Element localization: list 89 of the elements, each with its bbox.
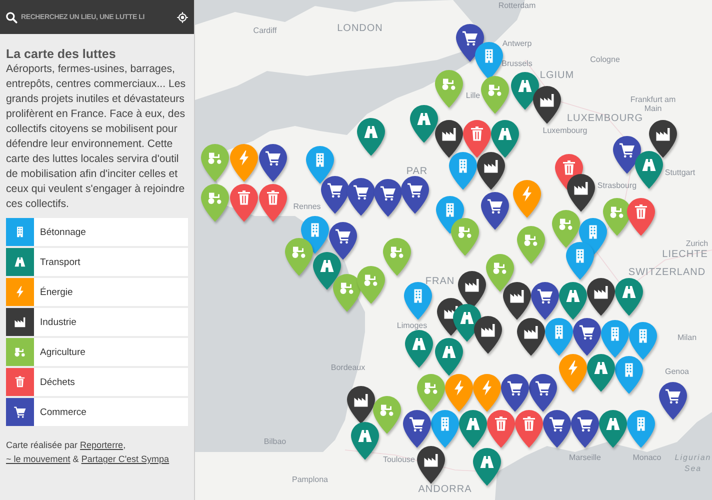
credit-link[interactable]: Partager C'est Sympa bbox=[81, 454, 170, 464]
map-pin[interactable] bbox=[530, 281, 560, 321]
country-label: LIECHTE bbox=[662, 250, 708, 260]
legend-item[interactable]: Agriculture bbox=[34, 338, 188, 366]
city-label: Bilbao bbox=[264, 438, 286, 446]
city-label: Limoges bbox=[396, 322, 428, 330]
legend-item[interactable]: Bétonnage bbox=[34, 218, 188, 246]
city-label: Monaco bbox=[632, 454, 662, 462]
map-pin[interactable] bbox=[634, 150, 664, 190]
map-pin[interactable] bbox=[558, 281, 588, 321]
map-pin[interactable] bbox=[372, 395, 402, 435]
city-label: Pamplona bbox=[292, 476, 328, 484]
map-pin[interactable] bbox=[320, 175, 350, 215]
city-label: Luxembourg bbox=[542, 127, 588, 135]
credits-text: Carte réalisée par Reporterre, ~ le mouvement & Partager C'est Sympa bbox=[6, 439, 170, 466]
trash-icon[interactable] bbox=[6, 368, 34, 396]
map-pin[interactable] bbox=[500, 373, 530, 413]
map-pin[interactable] bbox=[346, 177, 376, 217]
map-pin[interactable] bbox=[566, 173, 596, 213]
credit-link[interactable]: Reporterre bbox=[80, 440, 124, 450]
map-pin[interactable] bbox=[346, 385, 376, 425]
map-pin[interactable] bbox=[658, 381, 688, 421]
legend-item[interactable]: Énergie bbox=[34, 278, 188, 306]
map-pin[interactable] bbox=[474, 41, 504, 81]
locate-icon[interactable] bbox=[176, 10, 189, 24]
sea-label: Ligurian bbox=[674, 454, 712, 462]
city-label: Zurich bbox=[686, 240, 708, 248]
map-pin[interactable] bbox=[434, 119, 464, 159]
city-label: Genoa bbox=[664, 368, 690, 376]
legend-item[interactable]: Déchets bbox=[34, 368, 188, 396]
map-pin[interactable] bbox=[502, 281, 532, 321]
map-pin[interactable] bbox=[328, 221, 358, 261]
map-pin[interactable] bbox=[430, 409, 460, 449]
legend-item[interactable]: Commerce bbox=[34, 398, 188, 426]
map-pin[interactable] bbox=[473, 315, 503, 355]
map-pin[interactable] bbox=[572, 317, 602, 357]
intro-text: Aéroports, fermes-usines, barrages, entrepôts, centres commerciaux... Les grands projets inutiles et dévastateurs prolifèrent en France. Face à eux, des collectifs citoyens se mobilisent pour défendre leur environnement. Cette carte des luttes locales servira d'outil de mobilisation afin d'inciter celles et ceux qui veulent s'engager à rejoindre ces collectifs. bbox=[6, 62, 187, 212]
city-label: Frankfurt am bbox=[630, 96, 676, 104]
map-pin[interactable] bbox=[448, 151, 478, 191]
building-icon[interactable] bbox=[6, 218, 34, 246]
map-pin[interactable] bbox=[485, 253, 515, 293]
legend-item[interactable]: Industrie bbox=[34, 308, 188, 336]
map-pin[interactable] bbox=[516, 317, 546, 357]
legend-item[interactable]: Transport bbox=[34, 248, 188, 276]
country-label: SWITZERLAND bbox=[628, 268, 706, 278]
map-pin[interactable] bbox=[542, 409, 572, 449]
map-pin[interactable] bbox=[258, 143, 288, 183]
country-label: LUXEMBOURG bbox=[566, 114, 644, 124]
factory-icon[interactable] bbox=[6, 308, 34, 336]
country-label: FRAN bbox=[425, 277, 455, 287]
map-pin[interactable] bbox=[416, 445, 446, 485]
city-label: Main bbox=[644, 105, 662, 113]
city-label: Stuttgart bbox=[664, 169, 696, 177]
city-label: Bordeaux bbox=[330, 364, 366, 372]
map-pin[interactable] bbox=[476, 151, 506, 191]
search-icon[interactable] bbox=[5, 10, 18, 24]
map-pin[interactable] bbox=[400, 175, 430, 215]
country-label: PAR bbox=[406, 167, 428, 177]
city-label: Rotterdam bbox=[498, 2, 536, 10]
map-pin[interactable] bbox=[462, 119, 492, 159]
map-pin[interactable] bbox=[480, 191, 510, 231]
map-pin[interactable] bbox=[402, 409, 432, 449]
country-label: LONDON bbox=[337, 24, 383, 34]
map-pin[interactable] bbox=[409, 104, 439, 144]
city-label: Antwerp bbox=[502, 40, 532, 48]
map-pin[interactable] bbox=[490, 119, 520, 159]
map-pin[interactable] bbox=[570, 409, 600, 449]
country-label: LGIUM bbox=[540, 71, 574, 81]
credit-link[interactable]: ~ le mouvement bbox=[6, 454, 70, 464]
city-label: Marseille bbox=[569, 454, 601, 462]
map-pin[interactable] bbox=[528, 373, 558, 413]
map-pin[interactable] bbox=[586, 277, 616, 317]
cart-icon[interactable] bbox=[6, 398, 34, 426]
map-pin[interactable] bbox=[532, 85, 562, 125]
city-label: Strasbourg bbox=[597, 182, 637, 190]
city-label: Brussels bbox=[502, 60, 532, 68]
city-label: Toulouse bbox=[382, 456, 416, 464]
map-pin[interactable] bbox=[305, 145, 335, 185]
country-label: ANDORRA bbox=[418, 485, 472, 495]
map-pin[interactable] bbox=[648, 119, 678, 159]
city-label: Lille bbox=[466, 92, 480, 100]
city-label: Rennes bbox=[293, 203, 321, 211]
city-label: Milan bbox=[677, 334, 697, 342]
map-pin[interactable] bbox=[373, 178, 403, 218]
sea-label: Sea bbox=[684, 465, 702, 473]
intro-title: La carte des luttes bbox=[6, 47, 117, 61]
city-label: Cologne bbox=[590, 56, 620, 64]
city-label: Cardiff bbox=[253, 27, 277, 35]
road-icon[interactable] bbox=[6, 248, 34, 276]
